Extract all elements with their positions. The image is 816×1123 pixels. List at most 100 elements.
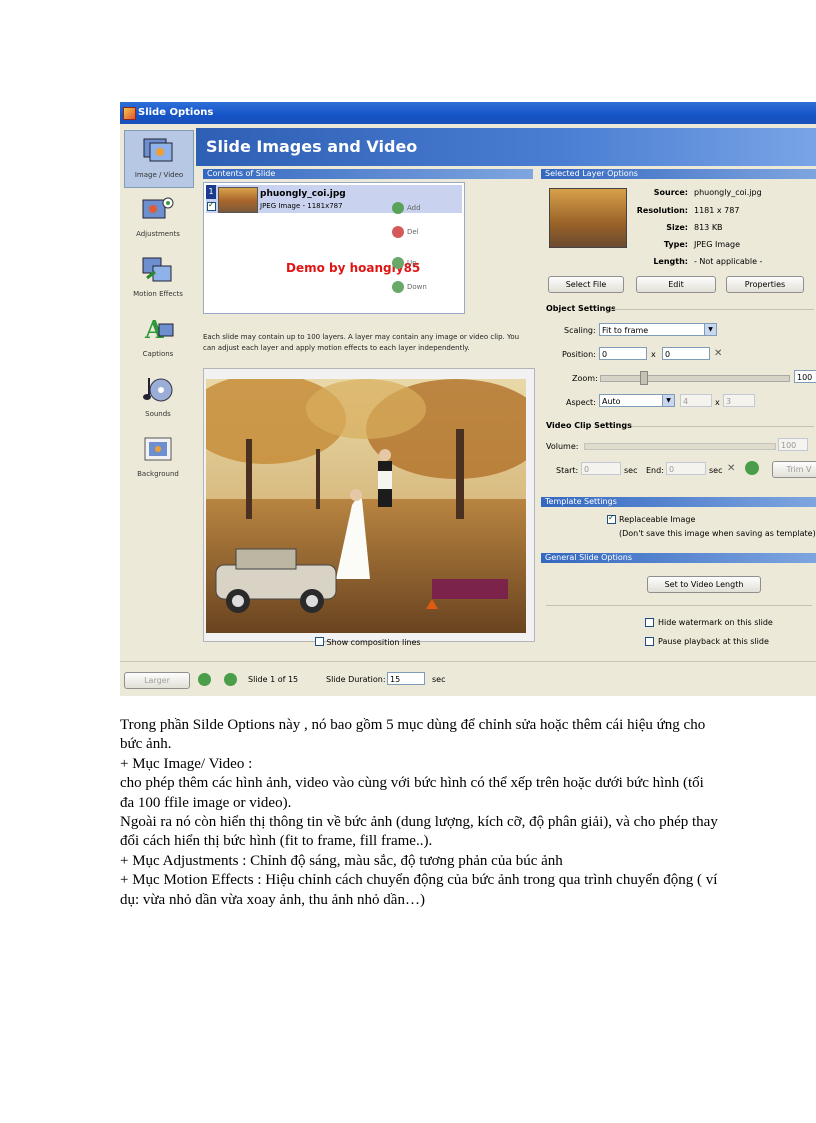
layer-number: 1 [206,185,216,199]
background-icon [144,437,172,461]
layers-info-text: Each slide may contain up to 100 layers.… [203,333,520,352]
layer-visible-checkbox[interactable] [207,200,216,211]
preview-area [203,368,535,642]
delete-layer-button[interactable]: Del [392,226,419,238]
chevron-down-icon: ▼ [704,324,716,335]
end-label: End: [646,466,664,475]
down-arrow-icon [392,281,404,293]
delete-icon [392,226,404,238]
end-input[interactable]: 0 [666,462,706,475]
layer-row[interactable]: 1 phuongly_coi.jpg JPEG Image - 1181x787 [206,185,462,213]
layer-list: 1 phuongly_coi.jpg JPEG Image - 1181x787… [203,182,465,314]
nav-captions[interactable]: A Captions [124,310,192,366]
pause-playback-label: Pause playback at this slide [658,637,769,646]
paragraph-image-video-info: Ngoài ra nó còn hiển thị thông tin về bứ… [120,814,718,850]
video-clip-title: Video Clip Settings [546,421,632,430]
replaceable-image-label: Replaceable Image [619,515,696,524]
size-value: 813 KB [694,223,723,232]
zoom-input[interactable]: 100 [794,370,816,383]
window-title: Slide Options [138,107,214,118]
paragraph-motion-effects: + Mục Motion Effects : Hiệu chỉnh cách c… [120,872,718,908]
type-value: JPEG Image [694,240,741,249]
template-note: (Don't save this image when saving as te… [619,529,816,538]
zoom-label: Zoom: [572,374,598,383]
layer-type: JPEG Image - 1181x787 [260,202,343,210]
pause-playback-checkbox[interactable] [645,637,654,646]
next-slide-icon[interactable] [224,673,237,686]
show-composition-option[interactable]: Show composition lines [315,636,421,647]
size-label: Size: [666,223,688,232]
object-settings-title: Object Settings [546,304,616,313]
position-y-input[interactable]: 0 [662,347,710,360]
up-arrow-icon [392,257,404,269]
selected-layer-thumbnail [549,188,627,248]
image-video-icon [143,138,173,162]
paragraph-image-video-title: + Mục Image/ Video : [120,755,253,772]
layer-down-button[interactable]: Down [392,281,427,293]
page-title: Slide Images and Video [206,137,418,156]
chevron-down-icon: ▼ [662,395,674,406]
aspect-label: Aspect: [566,398,596,407]
slide-duration-unit: sec [432,675,446,684]
nav-image-video[interactable]: Image / Video [124,130,194,188]
zoom-slider-thumb[interactable] [640,371,648,385]
length-value: - Not applicable - [694,257,763,266]
end-sec-label: sec [709,466,723,475]
start-input[interactable]: 0 [581,462,621,475]
aspect-width-input[interactable]: 4 [680,394,712,407]
layer-thumbnail [218,187,258,213]
position-separator: x [651,350,656,359]
slide-duration-input[interactable]: 15 [387,672,425,685]
slide-options-screenshot: Slide Options Image / Video Adjustments [120,102,816,696]
slide-duration-label: Slide Duration: [326,675,386,684]
edit-button[interactable]: Edit [636,276,716,293]
start-sec-label: sec [624,466,638,475]
source-value: phuongly_coi.jpg [694,188,762,197]
scaling-select[interactable]: Fit to frame ▼ [599,323,717,336]
captions-icon: A [144,315,174,344]
nav-motion-effects[interactable]: Motion Effects [124,250,192,306]
paragraph-adjustments: + Mục Adjustments : Chỉnh độ sáng, màu s… [120,852,563,869]
paragraph-image-video-desc: cho phép thêm các hình ảnh, video vào cù… [120,775,704,811]
template-settings-header: Template Settings [541,497,816,507]
contents-header: Contents of Slide [203,169,533,179]
slide-preview [206,379,526,633]
group-divider [546,605,812,606]
wedding-photo [206,379,526,633]
length-label: Length: [653,257,688,266]
window-titlebar: Slide Options [120,102,816,124]
show-composition-label: Show composition lines [326,638,421,647]
properties-button[interactable]: Properties [726,276,804,293]
volume-input[interactable]: 100 [778,438,808,451]
aspect-height-input[interactable]: 3 [723,394,755,407]
reset-position-icon[interactable]: ✕ [714,348,722,359]
group-divider [632,426,814,427]
larger-button[interactable]: Larger [124,672,190,689]
volume-slider[interactable] [584,443,776,450]
hide-watermark-checkbox[interactable] [645,618,654,627]
trim-video-button[interactable]: Trim V [772,461,816,478]
nav-background[interactable]: Background [124,430,192,486]
nav-adjustments[interactable]: Adjustments [124,190,192,246]
general-slide-options-header: General Slide Options [541,553,816,563]
clear-trim-icon[interactable]: ✕ [727,463,735,474]
set-video-length-button[interactable]: Set to Video Length [647,576,761,593]
paragraph-intro: Trong phần Silde Options này , nó bao gồ… [120,717,706,753]
play-icon[interactable] [745,461,759,475]
nav-sounds[interactable]: Sounds [124,370,192,426]
bottom-bar: Larger Slide 1 of 15 Slide Duration: 15 … [120,661,816,696]
show-composition-checkbox[interactable] [315,637,324,646]
add-icon [392,202,404,214]
previous-slide-icon[interactable] [198,673,211,686]
type-label: Type: [663,240,688,249]
replaceable-image-checkbox[interactable] [607,513,616,524]
aspect-select[interactable]: Auto ▼ [599,394,675,407]
zoom-slider[interactable] [600,375,790,382]
layer-up-button[interactable]: Up [392,257,417,269]
aspect-separator: x [715,398,720,407]
select-file-button[interactable]: Select File [548,276,624,293]
start-label: Start: [556,466,579,475]
position-x-input[interactable]: 0 [599,347,647,360]
resolution-value: 1181 x 787 [694,206,740,215]
add-layer-button[interactable]: Add [392,202,421,214]
